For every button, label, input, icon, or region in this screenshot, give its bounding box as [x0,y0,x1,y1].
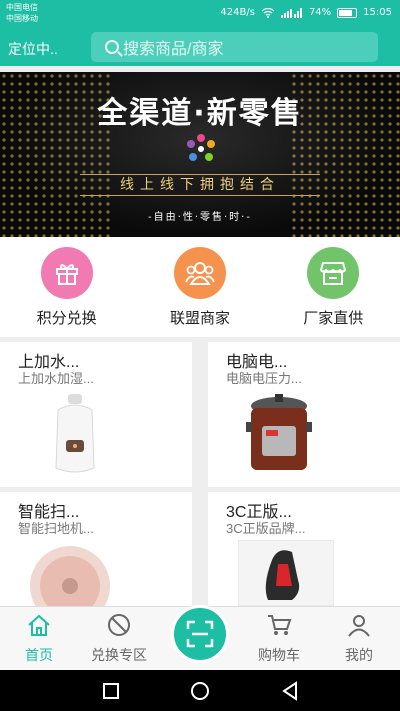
status-bar: 中国电信 中国移动 424B/s 74% 15:05 [0,0,400,28]
carrier-2: 中国移动 [6,14,38,23]
network-speed: 424B/s [220,7,255,18]
scan-icon [186,620,214,648]
cart-icon [268,615,292,635]
category-row: 积分兑换 联盟商家 厂家直供 [0,237,400,337]
signal-icon [280,7,302,18]
category-label: 联盟商家 [169,310,230,327]
carrier-info: 中国电信 中国移动 [6,2,38,24]
tab-cart[interactable]: 购物车 [244,613,314,665]
tab-exchange-zone[interactable]: 兑换专区 [84,613,154,665]
recent-apps-icon[interactable] [102,682,120,700]
category-label: 积分兑换 [36,310,97,327]
product-subtitle: 电脑电压力... [226,371,302,386]
app-header: 定位中.. 搜索商品/商家 [0,28,400,66]
banner-subtitle: 线上线下拥抱结合 [80,174,320,196]
product-card-pressure-cooker[interactable]: 电脑电... 电脑电压力... [208,342,400,487]
product-card-robot-vacuum[interactable]: 智能扫... 智能扫地机... [0,492,192,606]
store-icon [307,247,360,299]
category-points-exchange[interactable]: 积分兑换 [12,237,122,337]
banner-logo-icon [187,134,215,161]
tab-home[interactable]: 首页 [4,613,74,665]
tab-label: 我的 [345,647,373,663]
carrier-1: 中国电信 [6,3,38,12]
banner-title: 全渠道·新零售 [97,96,303,131]
tab-label: 购物车 [258,647,300,663]
tab-mine[interactable]: 我的 [324,613,394,665]
scan-button[interactable] [171,605,229,663]
product-subtitle: 上加水加湿... [18,371,94,386]
battery-icon [337,7,358,18]
robot-vacuum-image [30,546,110,606]
home-circle-icon[interactable] [190,681,210,701]
car-seat-image [238,540,334,606]
group-icon [173,247,226,299]
search-input[interactable]: 搜索商品/商家 [123,35,223,59]
tab-label: 首页 [25,647,53,663]
banner-footer: -自由·性·零售·时·- [148,212,252,223]
search-bar[interactable]: 搜索商品/商家 [91,32,378,62]
tab-label: 兑换专区 [91,647,147,663]
home-icon [28,614,50,636]
category-factory-direct[interactable]: 厂家直供 [278,237,388,337]
promo-banner[interactable]: 全渠道·新零售 线上线下拥抱结合 -自由·性·零售·时·- [0,72,400,237]
back-icon[interactable] [281,681,299,701]
product-subtitle: 3C正版品牌... [226,521,306,536]
product-card-car-seat[interactable]: 3C正版... 3C正版品牌... [208,492,400,606]
wifi-icon [261,7,275,18]
category-alliance-merchants[interactable]: 联盟商家 [145,237,255,337]
humidifier-image [55,394,95,473]
product-card-humidifier[interactable]: 上加水... 上加水加湿... [0,342,192,487]
category-label: 厂家直供 [303,310,364,327]
system-navigation-bar [0,670,400,711]
battery-percent: 74% [308,7,332,18]
status-indicators: 424B/s 74% 15:05 [220,7,392,18]
gift-icon [40,247,93,299]
user-icon [348,615,370,637]
search-icon [105,40,119,54]
product-subtitle: 智能扫地机... [18,521,94,536]
no-entry-icon [108,614,130,636]
location-button[interactable]: 定位中.. [8,39,58,59]
pressure-cooker-image [246,394,312,470]
clock: 15:05 [363,7,392,18]
